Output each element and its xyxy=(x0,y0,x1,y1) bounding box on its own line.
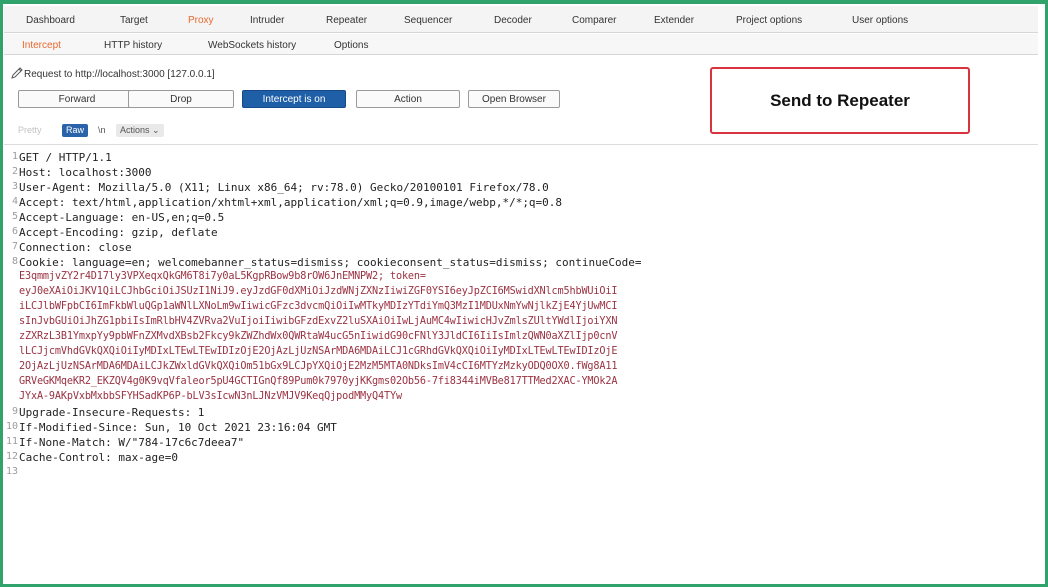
tab-sequencer[interactable]: Sequencer xyxy=(404,15,452,26)
request-target-label: Request to http://localhost:3000 [127.0.… xyxy=(24,69,215,80)
line-number: 6 xyxy=(11,226,18,237)
header-line: Connection: close xyxy=(19,241,132,254)
send-to-repeater-callout: Send to Repeater xyxy=(710,67,970,134)
header-line: Cache-Control: max-age=0 xyxy=(19,451,178,464)
cookie-value-line: JYxA-9AKpVxbMxbbSFYHSadKP6P-bLV3sIcwN3nL… xyxy=(19,391,402,402)
line-number: 8 xyxy=(11,256,18,267)
tab-extender[interactable]: Extender xyxy=(654,15,694,26)
cookie-value-line: GRVeGKMqeKR2_EKZQV4g0K9vqVfaleor5pU4GCTI… xyxy=(19,376,618,387)
tab-project-options[interactable]: Project options xyxy=(736,15,802,26)
callout-text: Send to Repeater xyxy=(770,91,910,110)
tab-decoder[interactable]: Decoder xyxy=(494,15,532,26)
line-number: 11 xyxy=(5,436,18,447)
tab-proxy[interactable]: Proxy xyxy=(188,15,214,26)
header-line: Accept: text/html,application/xhtml+xml,… xyxy=(19,196,563,209)
pencil-icon xyxy=(11,67,23,79)
header-line: User-Agent: Mozilla/5.0 (X11; Linux x86_… xyxy=(19,181,549,194)
tab-dashboard[interactable]: Dashboard xyxy=(26,15,75,26)
main-tab-bar: Dashboard Target Proxy Intruder Repeater… xyxy=(4,6,1038,33)
newline-toggle[interactable]: \n xyxy=(98,124,106,137)
tab-target[interactable]: Target xyxy=(120,15,148,26)
actions-menu-label: Actions xyxy=(120,125,150,135)
header-line: Accept-Encoding: gzip, deflate xyxy=(19,226,218,239)
proxy-sub-tab-bar: Intercept HTTP history WebSockets histor… xyxy=(4,34,1038,55)
subtab-websockets-history[interactable]: WebSockets history xyxy=(208,40,296,51)
request-line: GET / HTTP/1.1 xyxy=(19,151,112,164)
line-number: 9 xyxy=(11,406,18,417)
chevron-down-icon: ⌄ xyxy=(152,125,160,135)
tab-repeater[interactable]: Repeater xyxy=(326,15,367,26)
raw-request-editor[interactable]: 1 GET / HTTP/1.1 2 Host: localhost:3000 … xyxy=(4,144,1038,582)
cookie-value-line: zZXRzL3B1YmxpYy9pbWFnZXMvdXBsb2Fkcy9kZWZ… xyxy=(19,331,618,342)
header-line: Host: localhost:3000 xyxy=(19,166,152,179)
tab-intruder[interactable]: Intruder xyxy=(250,15,284,26)
cookie-value-line: sInJvbGUiOiJhZG1pbiIsImRlbHV4ZVRva2VuIjo… xyxy=(19,316,618,327)
open-browser-button[interactable]: Open Browser xyxy=(468,90,560,108)
line-number: 3 xyxy=(11,181,18,192)
cookie-value-line: eyJ0eXAiOiJKV1QiLCJhbGciOiJSUzI1NiJ9.eyJ… xyxy=(19,286,618,297)
forward-button[interactable]: Forward xyxy=(18,90,136,108)
line-number: 5 xyxy=(11,211,18,222)
line-number: 13 xyxy=(5,466,18,477)
cookie-header-line: Cookie: language=en; welcomebanner_statu… xyxy=(19,256,642,269)
drop-button[interactable]: Drop xyxy=(128,90,234,108)
header-line: Accept-Language: en-US,en;q=0.5 xyxy=(19,211,225,224)
subtab-http-history[interactable]: HTTP history xyxy=(104,40,162,51)
subtab-options[interactable]: Options xyxy=(334,40,368,51)
cookie-value-line: E3qmmjvZY2r4D17ly3VPXeqxQkGM6T8i7y0aL5Kg… xyxy=(19,271,426,282)
tab-user-options[interactable]: User options xyxy=(852,15,908,26)
pretty-view-tab[interactable]: Pretty xyxy=(18,124,42,137)
line-number: 4 xyxy=(11,196,18,207)
line-number: 7 xyxy=(11,241,18,252)
raw-view-tab[interactable]: Raw xyxy=(62,124,89,137)
cookie-value-line: iLCJlbWFpbCI6ImFkbWluQGp1aWNlLXNoLm9wIiw… xyxy=(19,301,618,312)
line-number: 1 xyxy=(11,151,18,162)
subtab-intercept[interactable]: Intercept xyxy=(22,40,61,51)
action-button[interactable]: Action xyxy=(356,90,460,108)
line-number: 12 xyxy=(5,451,18,462)
tab-comparer[interactable]: Comparer xyxy=(572,15,616,26)
cookie-value-line: 2OjAzLjUzNSArMDA6MDAiLCJkZWxldGVkQXQiOm5… xyxy=(19,361,618,372)
header-line: If-Modified-Since: Sun, 10 Oct 2021 23:1… xyxy=(19,421,337,434)
line-number: 2 xyxy=(11,166,18,177)
cookie-value-line: lLCJjcmVhdGVkQXQiOiIyMDIxLTEwLTEwIDIzOjE… xyxy=(19,346,618,357)
actions-menu[interactable]: Actions ⌄ xyxy=(116,124,164,137)
line-number: 10 xyxy=(5,421,18,432)
intercept-toggle-button[interactable]: Intercept is on xyxy=(242,90,346,108)
header-line: Upgrade-Insecure-Requests: 1 xyxy=(19,406,205,419)
header-line: If-None-Match: W/"784-17c6c7deea7" xyxy=(19,436,245,449)
